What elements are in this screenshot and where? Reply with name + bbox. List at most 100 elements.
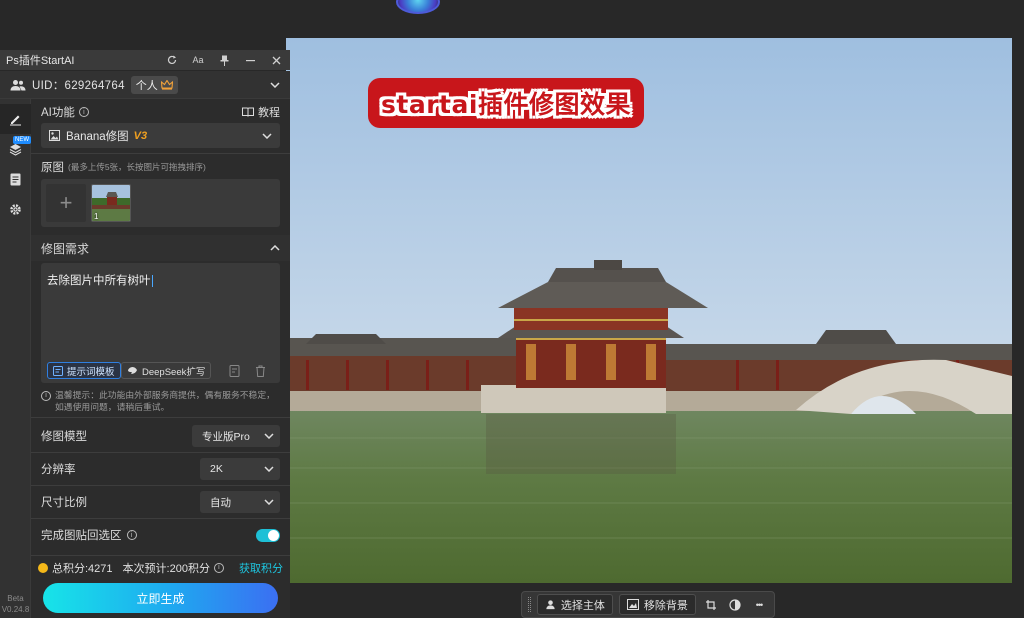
generate-button[interactable]: 立即生成 [43,583,278,613]
thumbnail-index: 1 [94,212,99,221]
info-icon: i [41,391,51,401]
gear-icon [9,203,22,216]
trash-icon[interactable] [253,364,267,378]
plugin-title: Ps插件StartAI [6,55,75,67]
app-logo [396,0,440,14]
users-icon [10,79,26,91]
version-label: Beta V0.24.8 [0,593,31,615]
crop-icon[interactable] [702,595,720,615]
select-subject-label: 选择主体 [560,599,605,612]
ai-function-heading: AI功能 i [41,104,89,120]
select-subject-button[interactable]: 选择主体 [536,594,613,615]
warning-text: 温馨提示：此功能由外部服务商提供，偶有服务不稳定，如遇使用问题，请稍后重试。 [55,390,275,412]
contrast-icon[interactable] [726,595,744,615]
setting-row-paste-back: 完成图贴回选区 i [31,519,290,551]
setting-row-aspect: 尺寸比例 自动 [31,486,290,518]
warning-hint: i 温馨提示：此功能由外部服务商提供，偶有服务不稳定，如遇使用问题，请稍后重试。 [41,389,283,413]
chevron-down-icon [264,499,274,505]
coin-icon [38,562,48,573]
add-image-button[interactable]: + [46,184,86,222]
canvas-toolbar: 选择主体 移除背景 ••• [521,591,775,618]
resolution-select-value: 2K [210,463,223,475]
upload-area: + 1 [41,179,280,227]
account-bar: UID：629264764 个人 [0,71,290,99]
info-icon[interactable]: i [126,530,137,540]
plugin-panel: AI功能 i 教程 Banana修图 V3 原图 (最多上传5张，长按图片可拖拽… [31,99,290,618]
aspect-ratio-select[interactable]: 自动 [200,491,280,513]
history-icon[interactable] [228,364,242,378]
rail-layers[interactable]: NEW [0,134,31,164]
estimated-cost: 本次预计:200积分 [122,562,210,575]
drag-handle[interactable] [528,597,531,612]
setting-row-model: 修图模型 专业版Pro [31,420,290,452]
more-icon[interactable]: ••• [750,595,768,615]
layers-icon [9,143,22,156]
chevron-up-icon [270,245,280,251]
paste-back-heading: 完成图贴回选区 i [41,527,137,543]
chevron-down-icon [264,433,274,439]
pen-icon [9,113,22,126]
aspect-ratio-value: 自动 [210,496,231,509]
text-cursor [151,274,153,287]
close-icon[interactable] [268,52,284,68]
credits-bar: 总积分:4271 本次预计:200积分 i 获取积分 [31,555,290,579]
chevron-down-icon [264,466,274,472]
chevron-down-icon [262,132,272,139]
plus-icon: + [59,190,73,215]
version-badge: V3 [133,129,148,142]
prompt-template-button[interactable]: 提示词模板 [47,362,121,379]
info-icon[interactable]: i [78,107,89,117]
document-icon [10,173,21,186]
total-credits: 总积分:4271 [52,562,113,575]
font-size-icon[interactable]: Aa [190,52,206,68]
request-text: 去除图片中所有树叶 [47,275,151,287]
get-credits-link[interactable]: 获取积分 [239,560,283,576]
book-icon [242,107,254,117]
side-rail: NEW Beta V0.24.8 [0,99,31,618]
deepseek-button[interactable]: DeepSeek扩写 [121,362,212,379]
paste-back-label: 完成图贴回选区 [41,530,122,542]
setting-label-model: 修图模型 [41,431,87,443]
person-icon [545,599,556,610]
tutorial-label: 教程 [258,107,280,119]
request-section-header[interactable]: 修图需求 [31,235,290,261]
info-icon[interactable]: i [213,562,224,573]
template-icon [53,365,63,376]
account-dropdown-icon[interactable] [270,81,280,88]
source-hint: (最多上传5张，长按图片可拖拽排序) [68,162,206,172]
divider [31,417,290,418]
image-edit-icon [49,130,60,141]
new-badge: NEW [13,136,31,144]
resolution-select[interactable]: 2K [200,458,280,480]
divider [31,153,290,154]
version-beta: Beta [7,594,24,603]
minimize-icon[interactable] [242,52,258,68]
model-select[interactable]: 专业版Pro [192,425,280,447]
source-thumbnail[interactable]: 1 [91,184,131,222]
source-image-heading: 原图 (最多上传5张，长按图片可拖拽排序) [41,159,206,175]
prompt-template-label: 提示词模板 [67,366,115,378]
rail-settings[interactable] [0,194,31,224]
account-type-badge[interactable]: 个人 [130,75,178,94]
crown-icon [160,79,173,90]
setting-label-resolution: 分辨率 [41,464,76,476]
version-number: V0.24.8 [1,605,30,614]
plugin-title-bar: Ps插件StartAI Aa [0,50,290,70]
pin-icon[interactable] [216,52,232,68]
source-label: 原图 [41,162,64,174]
deepseek-icon [127,366,138,375]
rail-document[interactable] [0,164,31,194]
rail-edit[interactable] [0,104,31,134]
watermark-text: startai插件修图效果 [368,78,644,128]
tutorial-link[interactable]: 教程 [242,104,280,120]
paste-back-toggle[interactable] [256,528,280,542]
deepseek-label: DeepSeek扩写 [142,366,206,378]
setting-label-aspect: 尺寸比例 [41,497,87,509]
ai-function-label: AI功能 [41,107,75,119]
refresh-icon[interactable] [164,52,180,68]
setting-row-resolution: 分辨率 2K [31,453,290,485]
ai-model-select[interactable]: Banana修图 V3 [41,123,280,148]
request-label: 修图需求 [41,241,90,256]
remove-background-button[interactable]: 移除背景 [618,594,696,615]
remove-background-label: 移除背景 [643,599,688,612]
